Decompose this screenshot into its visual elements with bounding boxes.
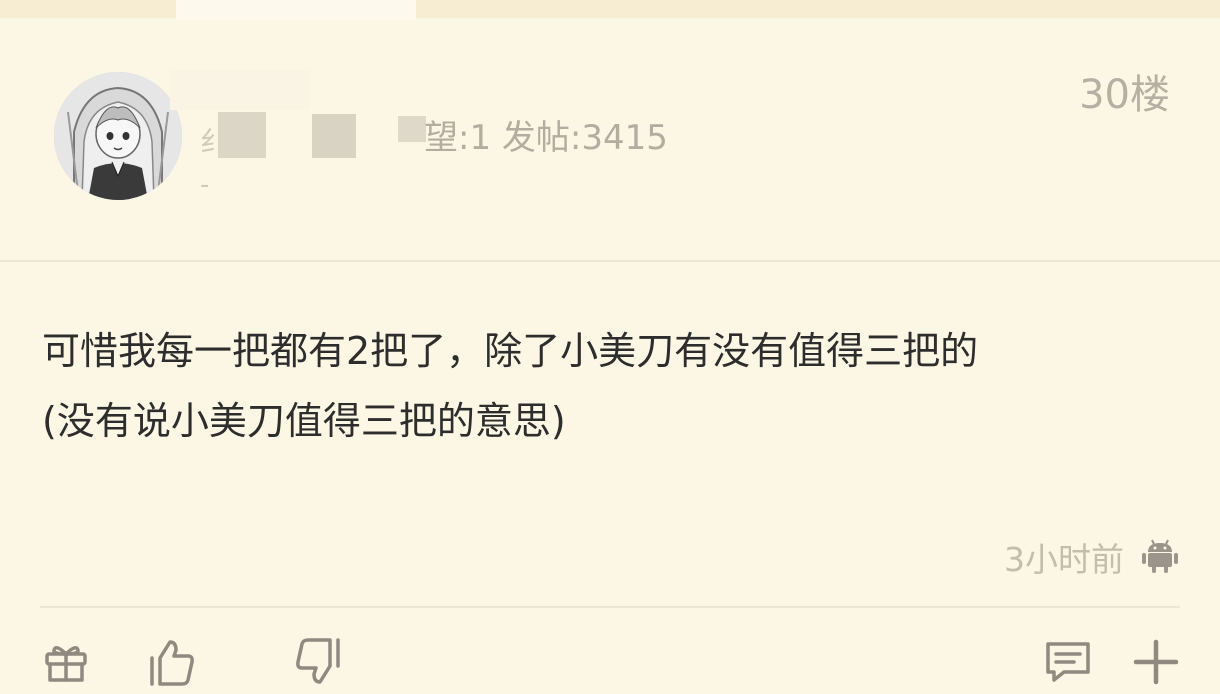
post-meta: 3小时前 xyxy=(1004,533,1180,581)
android-icon xyxy=(1140,535,1180,579)
user-stats: 望:1 发帖:3415 xyxy=(424,118,668,158)
gift-icon[interactable] xyxy=(40,636,92,688)
post-content[interactable]: 可惜我每一把都有2把了，除了小美刀有没有值得三把的 (没有说小美刀值得三把的意思… xyxy=(42,316,1192,456)
username-redacted xyxy=(170,70,310,110)
redaction-block xyxy=(398,116,426,142)
top-strip-highlight xyxy=(176,0,416,20)
avatar-image xyxy=(54,72,182,200)
floor-label: 30楼 xyxy=(1079,72,1170,118)
thumbs-up-icon[interactable] xyxy=(146,636,198,688)
thumbs-down-icon[interactable] xyxy=(292,636,344,688)
post-content-line: (没有说小美刀值得三把的意思) xyxy=(42,399,566,443)
action-divider xyxy=(40,606,1180,608)
redaction-block xyxy=(312,114,356,158)
redaction-block xyxy=(218,112,266,158)
comment-icon[interactable] xyxy=(1042,636,1094,688)
post-content-line: 可惜我每一把都有2把了，除了小美刀有没有值得三把的 xyxy=(42,329,979,373)
post-time: 3小时前 xyxy=(1004,540,1124,579)
header-divider xyxy=(0,260,1220,262)
avatar[interactable] xyxy=(54,72,182,200)
plus-icon[interactable] xyxy=(1130,636,1182,688)
dash-fragment: - xyxy=(200,170,210,200)
